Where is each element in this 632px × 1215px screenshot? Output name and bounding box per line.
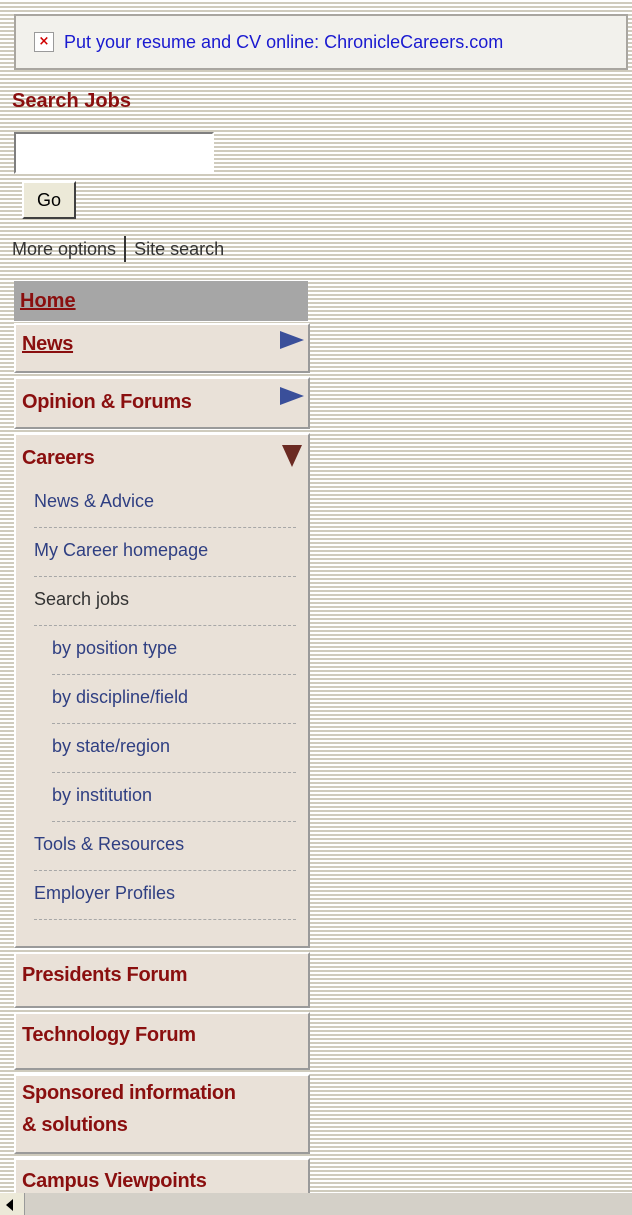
search-jobs-title: Search Jobs xyxy=(12,90,131,112)
nav-sponsored-label-line2[interactable]: & solutions xyxy=(22,1114,128,1137)
careers-link-employer-profiles[interactable]: Employer Profiles xyxy=(34,871,296,920)
separator xyxy=(124,236,127,262)
careers-link-by-state[interactable]: by state/region xyxy=(52,724,296,773)
nav-sponsored-label-line1[interactable]: Sponsored information xyxy=(22,1082,236,1105)
broken-image-icon: × xyxy=(34,32,54,52)
sub-item-label[interactable]: Tools & Resources xyxy=(34,834,184,855)
nav-home-link[interactable]: Home xyxy=(20,290,76,313)
sub-item-label[interactable]: News & Advice xyxy=(34,491,154,512)
nav-careers[interactable]: Careers News & Advice My Career homepage… xyxy=(14,433,310,948)
horizontal-scrollbar[interactable] xyxy=(0,1193,632,1215)
nav-sponsored[interactable]: Sponsored information & solutions xyxy=(14,1074,310,1154)
careers-search-jobs-heading: Search jobs xyxy=(34,577,296,626)
expand-arrow-icon[interactable] xyxy=(280,331,304,349)
careers-link-tools[interactable]: Tools & Resources xyxy=(34,822,296,871)
nav-presidents-label[interactable]: Presidents Forum xyxy=(22,964,188,987)
nav-news[interactable]: News xyxy=(14,323,310,373)
sub-item-label[interactable]: Employer Profiles xyxy=(34,883,175,904)
scroll-left-icon[interactable] xyxy=(6,1199,13,1211)
nav-campus-label[interactable]: Campus Viewpoints xyxy=(22,1170,207,1193)
nav-careers-label[interactable]: Careers xyxy=(22,447,95,470)
sub-item-label: Search jobs xyxy=(34,589,130,609)
sub-item-label[interactable]: My Career homepage xyxy=(34,540,208,561)
nav-presidents-forum[interactable]: Presidents Forum xyxy=(14,952,310,1008)
careers-link-news-advice[interactable]: News & Advice xyxy=(34,479,296,528)
nav-campus-viewpoints[interactable]: Campus Viewpoints xyxy=(14,1158,310,1198)
resume-banner-link[interactable]: Put your resume and CV online: Chronicle… xyxy=(64,32,503,53)
nav-opinion-forums[interactable]: Opinion & Forums xyxy=(14,377,310,429)
search-options-row: More options Site search xyxy=(12,236,224,262)
scroll-track[interactable] xyxy=(24,1193,632,1215)
sub-item-label[interactable]: by position type xyxy=(52,638,177,659)
careers-link-by-position[interactable]: by position type xyxy=(52,626,296,675)
nav-news-label[interactable]: News xyxy=(22,333,73,356)
expand-arrow-icon[interactable] xyxy=(280,387,304,405)
sub-item-label[interactable]: by state/region xyxy=(52,736,170,757)
sub-item-label[interactable]: by institution xyxy=(52,785,152,806)
sub-item-label[interactable]: by discipline/field xyxy=(52,687,188,708)
site-search-link[interactable]: Site search xyxy=(134,239,224,260)
careers-link-my-career[interactable]: My Career homepage xyxy=(34,528,296,577)
nav-technology-label[interactable]: Technology Forum xyxy=(22,1024,196,1047)
resume-banner[interactable]: × Put your resume and CV online: Chronic… xyxy=(14,14,628,70)
nav-home[interactable]: Home xyxy=(14,281,308,321)
careers-link-by-discipline[interactable]: by discipline/field xyxy=(52,675,296,724)
more-options-link[interactable]: More options xyxy=(12,239,116,260)
job-search-input[interactable] xyxy=(14,132,214,174)
nav-technology-forum[interactable]: Technology Forum xyxy=(14,1012,310,1070)
collapse-arrow-icon[interactable] xyxy=(282,445,302,467)
go-button[interactable]: Go xyxy=(22,181,76,219)
careers-link-by-institution[interactable]: by institution xyxy=(52,773,296,822)
nav-opinion-label[interactable]: Opinion & Forums xyxy=(22,391,192,414)
